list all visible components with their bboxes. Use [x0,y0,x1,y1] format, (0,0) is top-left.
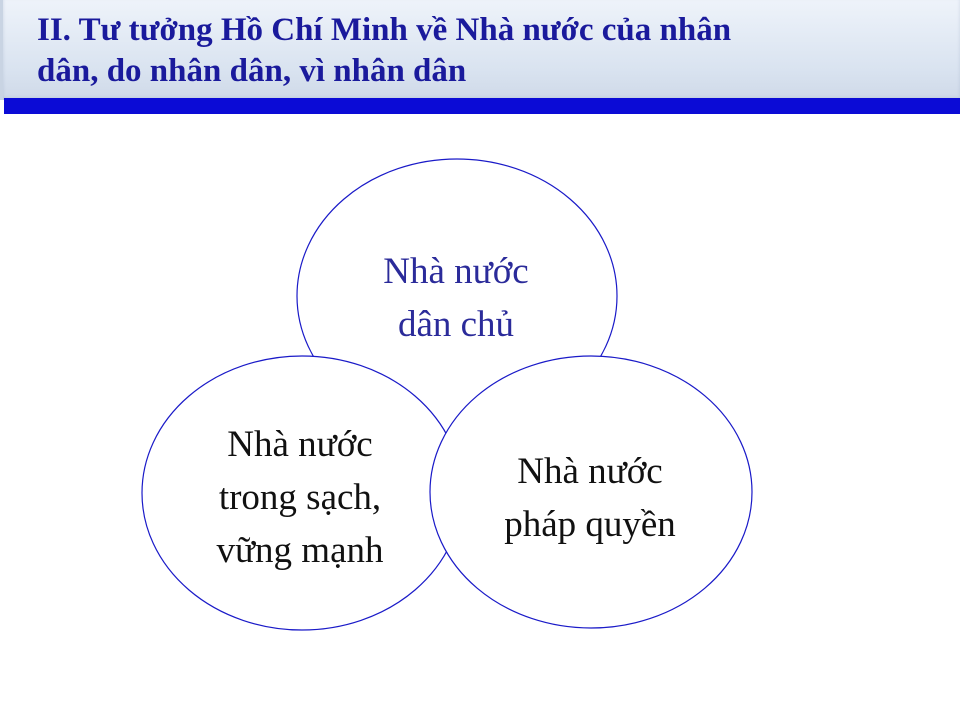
slide: II. Tư tưởng Hồ Chí Minh về Nhà nước của… [0,0,960,720]
label-top-line-2: dân chủ [397,304,515,345]
label-left-line-1: Nhà nước [227,424,373,465]
label-left-line-2: trong sạch, [218,477,382,518]
label-right-line-1: Nhà nước [517,451,663,492]
venn-diagram [141,158,753,631]
label-top-circle: Nhà nước dân chủ [336,245,576,351]
label-right-circle: Nhà nước pháp quyền [470,445,710,551]
label-top-line-1: Nhà nước [383,251,529,292]
label-left-line-3: vững mạnh [216,530,384,571]
label-right-line-2: pháp quyền [504,504,676,545]
label-left-circle: Nhà nước trong sạch, vững mạnh [180,418,420,577]
